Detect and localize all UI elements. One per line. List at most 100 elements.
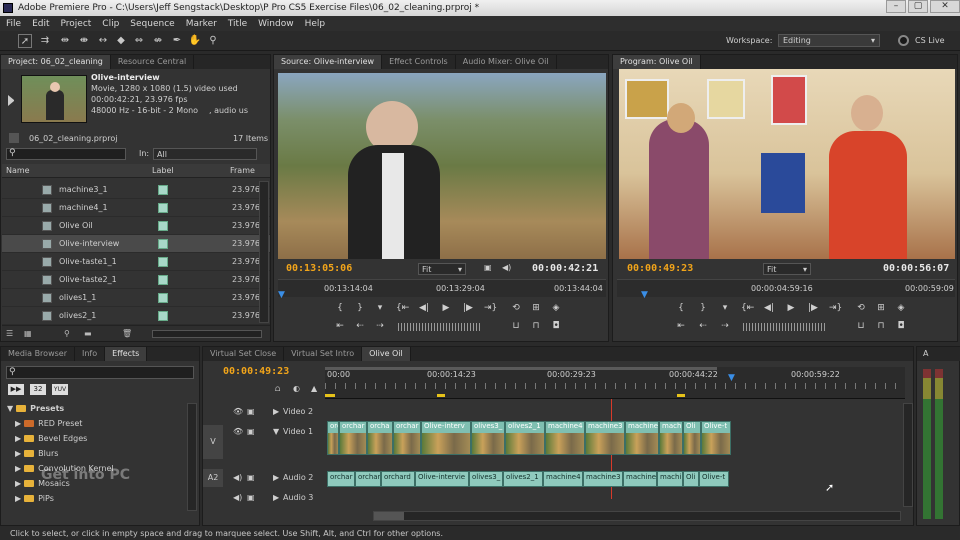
timeline-video-clip[interactable]: orcha [367,421,393,455]
razor-icon[interactable]: ◆ [114,34,128,48]
menu-marker[interactable]: Marker [186,19,217,29]
eye-icon[interactable]: 👁 [233,403,243,421]
timeline-audio-clip[interactable]: orchar [327,471,355,487]
accelerated-effects-icon[interactable]: ▶▶ [8,384,24,395]
effects-tree-item[interactable]: ▶ Bevel Edges [15,432,87,446]
work-area-bar[interactable] [325,367,717,370]
safe-margins-icon[interactable]: ⊞ [875,303,887,314]
timeline-video-clip[interactable]: machine4 [545,421,585,455]
find-icon[interactable]: ⚲ [64,329,70,338]
timeline-video-clip[interactable]: Oli [683,421,701,455]
go-to-in-icon[interactable]: {⇤ [741,303,754,314]
workspace-select[interactable]: Editing ▾ [778,34,880,47]
timeline-video-clip[interactable]: Olive-t [701,421,731,455]
list-item[interactable]: Olive Oil 23.976 [2,217,270,235]
tab-effect-controls[interactable]: Effect Controls [382,55,456,69]
go-to-out-icon[interactable]: ⇥} [829,303,842,314]
timeline-audio-clip[interactable]: Olive-t [699,471,729,487]
label-swatch[interactable] [158,275,168,285]
horizontal-scrollbar[interactable] [152,330,262,338]
tab-virtual-set-close[interactable]: Virtual Set Close [203,347,285,361]
play-icon[interactable]: ▶ [440,303,452,314]
loop-icon[interactable]: ⟲ [855,303,867,314]
jog-forward-icon[interactable]: ⇢ [374,321,386,332]
timeline-video-clip[interactable]: olives2_1 [505,421,545,455]
extract-icon[interactable]: ⊓ [875,321,887,332]
effects-tree-item[interactable]: ▶ Blurs [15,447,58,461]
mark-in-icon[interactable]: { [334,303,346,314]
label-swatch[interactable] [158,203,168,213]
effects-search-input[interactable]: ⚲ [6,366,194,379]
timeline-current-timecode[interactable]: 00:00:49:23 [223,366,289,377]
tab-virtual-set-intro[interactable]: Virtual Set Intro [284,347,363,361]
timeline-vertical-scrollbar[interactable] [903,403,913,507]
lock-icon[interactable]: ▣ [247,403,255,421]
list-item[interactable]: machine4_1 23.976 [2,199,270,217]
menu-title[interactable]: Title [228,19,247,29]
track-select-icon[interactable]: ⇉ [38,34,52,48]
mark-out-icon[interactable]: } [697,303,709,314]
audio-icon[interactable]: ◀) [502,263,511,272]
timeline-ruler[interactable]: 00:00 00:00:14:23 00:00:29:23 00:00:44:2… [325,367,905,399]
new-bin-icon[interactable]: ▬ [84,329,92,338]
slip-icon[interactable]: ⇔ [132,34,146,48]
delete-icon[interactable]: 🗑 [122,329,132,338]
program-time-ruler[interactable]: 00:00:04:59:16 00:00:59:09 ▼ [617,279,955,300]
timeline-audio-clip[interactable]: machi [657,471,683,487]
jog-back-icon[interactable]: ⇠ [354,321,366,332]
camera-icon[interactable]: ◘ [550,321,562,332]
list-item[interactable]: olives2_1 23.976 [2,307,270,325]
eye-icon[interactable]: 👁 [233,423,243,441]
expand-icon[interactable]: ▶ [273,469,279,487]
scroll-thumb[interactable] [374,512,404,520]
timeline-audio-clip[interactable]: machine3 [583,471,623,487]
col-name[interactable]: Name [6,166,30,175]
menu-file[interactable]: File [6,19,21,29]
menu-sequence[interactable]: Sequence [130,19,174,29]
selection-tool-icon[interactable]: ➚ [18,34,32,48]
jog-back-icon[interactable]: ⇠ [697,321,709,332]
expand-icon[interactable]: ▶ [15,494,21,503]
source-playhead-icon[interactable]: ▼ [278,290,285,300]
timeline-scrollbar[interactable] [373,511,901,521]
track-audio-3[interactable]: ◀) ▣ ▶ Audio 3 [203,489,325,507]
safe-margins-icon[interactable]: ⊞ [530,303,542,314]
cs-live-label[interactable]: CS Live [915,36,945,45]
yuv-effects-icon[interactable]: YUV [52,384,68,395]
lock-icon[interactable]: ▣ [247,423,255,441]
timeline-video-clip[interactable]: olives3_ [471,421,505,455]
mark-out-icon[interactable]: } [354,303,366,314]
jog-wheel[interactable] [398,323,482,331]
timeline-audio-clip[interactable]: orchard [381,471,415,487]
snap-icon[interactable]: ⩍ [275,384,280,394]
insert-icon[interactable]: ⊔ [510,321,522,332]
collapse-icon[interactable]: ▼ [273,423,279,441]
label-swatch[interactable] [158,185,168,195]
rate-stretch-icon[interactable]: ↔ [96,34,110,48]
tab-effects[interactable]: Effects [105,347,148,361]
tab-audio-mixer[interactable]: Audio Mixer: Olive Oil [456,55,557,69]
shuttle-back-icon[interactable]: ⇤ [675,321,687,332]
tab-source[interactable]: Source: Olive-interview [274,55,383,69]
pen-icon[interactable]: ✒ [170,34,184,48]
add-marker-icon[interactable]: ▲ [311,384,317,393]
label-swatch[interactable] [158,221,168,231]
list-item[interactable]: machine3_1 23.976 [2,181,270,199]
list-item[interactable]: Olive-taste2_1 23.976 [2,271,270,289]
maximize-icon[interactable]: ▢ [908,0,928,13]
step-back-icon[interactable]: ◀| [763,303,775,314]
expand-icon[interactable]: ▶ [15,419,21,428]
tab-program[interactable]: Program: Olive Oil [613,55,701,69]
source-zoom-select[interactable]: Fit ▾ [418,263,466,275]
col-label[interactable]: Label [152,166,174,175]
in-filter-select[interactable]: All [153,148,257,160]
rolling-edit-icon[interactable]: ⇼ [77,34,91,48]
lift-icon[interactable]: ⊔ [855,321,867,332]
go-to-out-icon[interactable]: ⇥} [484,303,497,314]
program-current-timecode[interactable]: 00:00:49:23 [627,263,693,274]
source-time-ruler[interactable]: 00:13:14:04 00:13:29:04 00:13:44:04 ▼ [278,279,606,300]
effects-tree-item[interactable]: ▼ Presets [7,402,64,416]
tab-media-browser[interactable]: Media Browser [1,347,75,361]
expand-icon[interactable]: ▼ [7,404,13,413]
timeline-playhead-icon[interactable]: ▼ [728,373,735,383]
